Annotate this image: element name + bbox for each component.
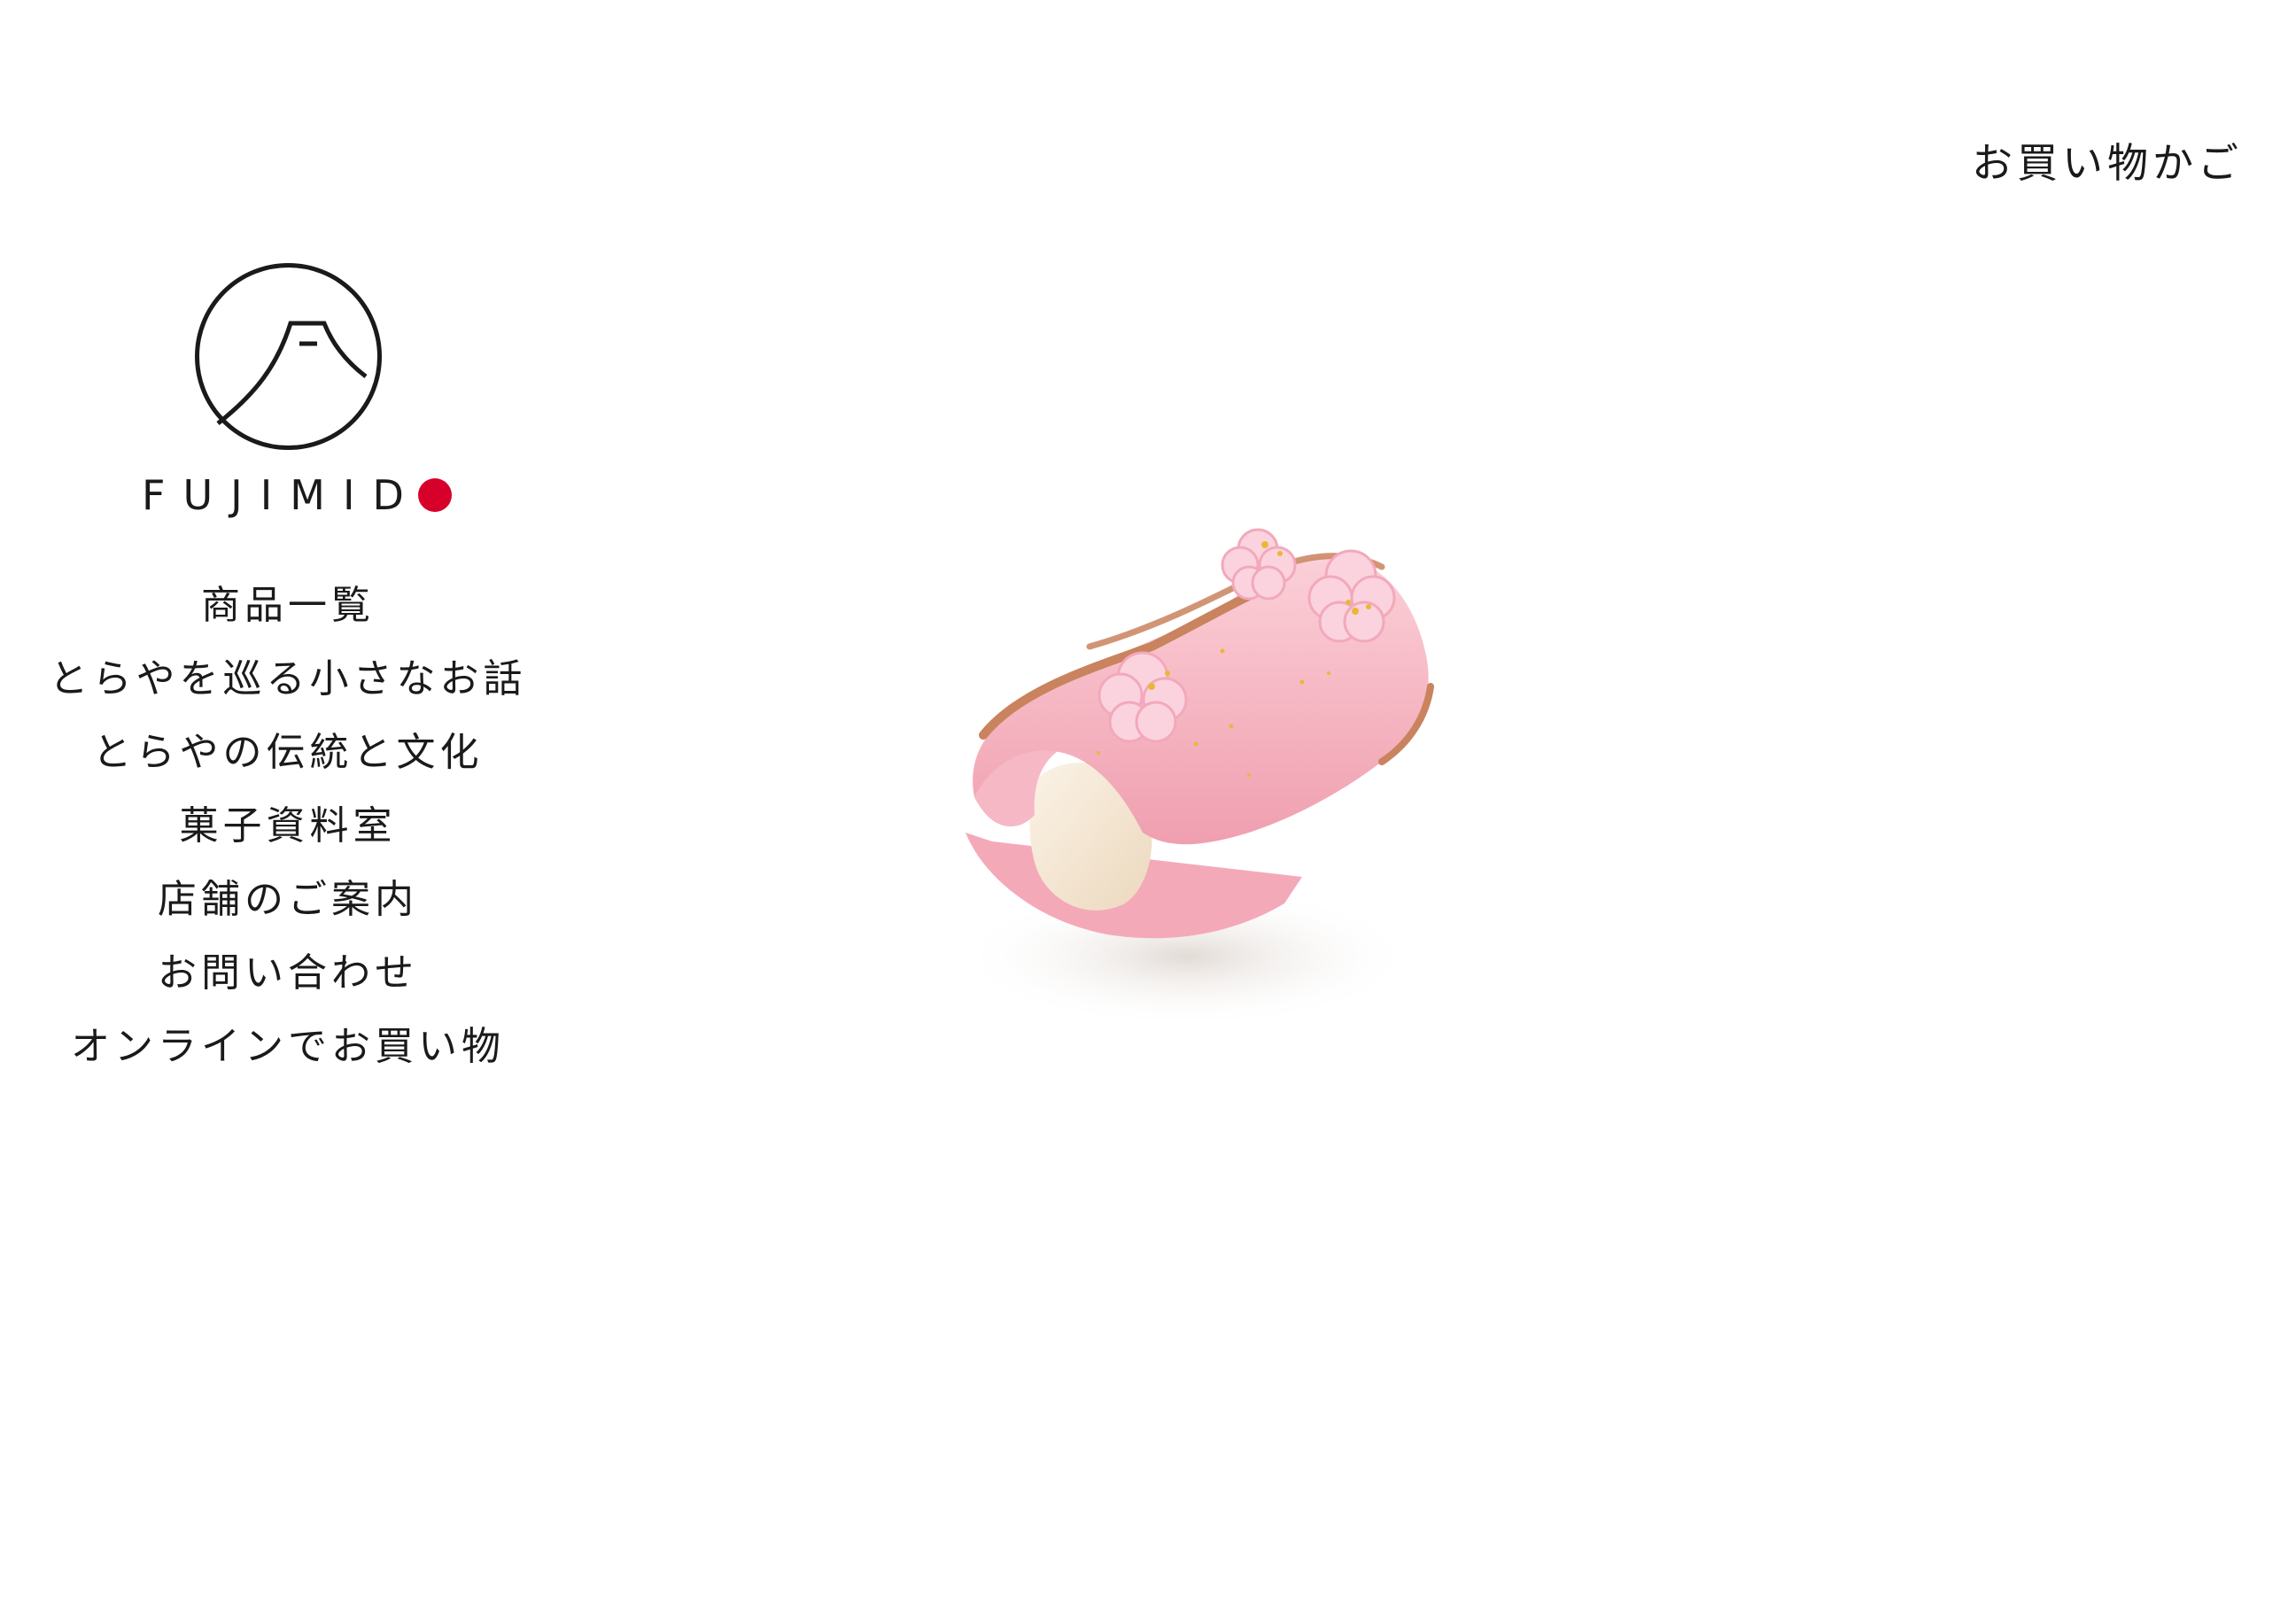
main-nav: 商品一覧 とらやを巡る小さなお話 とらやの伝統と文化 菓子資料室 店舗のご案内 … xyxy=(50,569,527,1083)
hero-image xyxy=(886,461,1524,1081)
pink-wagashi-sakura-image xyxy=(957,528,1434,1027)
mount-fuji-circle-icon xyxy=(194,263,382,450)
nav-item-products[interactable]: 商品一覧 xyxy=(201,569,375,642)
nav-item-contact[interactable]: お問い合わせ xyxy=(158,936,418,1010)
sidebar: FUJIMID 商品一覧 とらやを巡る小さなお話 とらやの伝統と文化 菓子資料室… xyxy=(0,261,576,1083)
brand-logo[interactable]: FUJIMID xyxy=(124,261,452,519)
nav-item-stories[interactable]: とらやを巡る小さなお話 xyxy=(50,642,527,716)
brand-wordmark: FUJIMID xyxy=(142,471,452,519)
brand-name: FUJIMID xyxy=(142,471,422,519)
nav-item-archive[interactable]: 菓子資料室 xyxy=(180,789,397,863)
nav-item-stores[interactable]: 店舗のご案内 xyxy=(158,863,418,936)
cart-link[interactable]: お買い物かご xyxy=(1972,131,2243,190)
brand-red-dot xyxy=(417,478,452,512)
nav-item-tradition[interactable]: とらやの伝統と文化 xyxy=(93,716,484,789)
nav-item-online-shop[interactable]: オンラインでお買い物 xyxy=(71,1010,505,1083)
